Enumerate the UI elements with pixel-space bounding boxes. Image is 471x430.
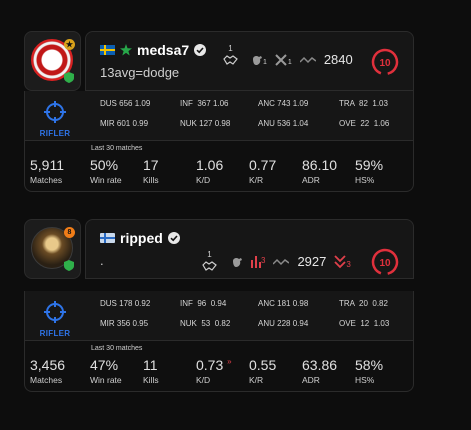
handshake-count: 1 [228, 44, 233, 53]
skill-level-10-icon: 10 [371, 48, 399, 76]
map-stats-box: RIFLER DUS 178 0.92 MIR 356 0.95 INF 96 … [24, 291, 414, 341]
player-card-ripped: 8 ripped . 1 3 2927 3 10 RIFLER DUS 178 … [24, 219, 414, 392]
recent-title: Last 30 matches [91, 345, 143, 352]
skill-level-number: 10 [379, 258, 391, 269]
elo-trend-icon [273, 258, 290, 265]
elo-drop-count: 3 [346, 259, 351, 269]
finland-flag-icon [100, 233, 115, 243]
player-name[interactable]: medsa7 [137, 42, 189, 58]
grenade-icon [253, 55, 262, 65]
map-row-anu: ANU 228 0.94 [258, 319, 309, 328]
bar-stat[interactable]: 3 [251, 255, 266, 268]
map-row-nuk: NUK 53 0.82 [180, 319, 231, 328]
name-row: medsa7 [100, 42, 207, 58]
knife-count: 1 [287, 58, 292, 66]
recent-title: Last 30 matches [91, 145, 143, 152]
stat-kills: 11 Kills [143, 357, 159, 385]
map-row-tra: TRA 82 1.03 [339, 99, 388, 108]
player-tagline: . [100, 253, 104, 268]
role-badge: RIFLER [37, 101, 73, 138]
stat-adr: 86.10 ADR [302, 157, 338, 185]
stat-icons: 3 2927 3 [231, 254, 351, 269]
skill-level-number: 10 [379, 58, 391, 69]
stat-winrate: 50% Win rate [90, 157, 122, 185]
stat-kr: 0.77 K/R [249, 157, 277, 185]
verified-badge-icon [167, 232, 180, 244]
stat-adr: 63.86 ADR [302, 357, 338, 385]
handshake-icon [223, 55, 238, 65]
stat-kd: 0.73 » K/D [196, 357, 232, 385]
chevrons-down-icon [334, 254, 347, 268]
avatar-frame[interactable]: 8 [24, 219, 81, 279]
elo-drop: 3 [334, 254, 351, 269]
stat-hs: 58% HS% [355, 357, 384, 385]
stat-icons: 1 1 2840 [251, 52, 353, 67]
verified-shield-icon [64, 72, 74, 83]
stat-kr: 0.55 K/R [249, 357, 277, 385]
bar-chart-icon [251, 255, 261, 268]
grenade-count: 1 [263, 58, 267, 66]
elo-value: 2927 [297, 254, 327, 269]
map-row-anc: ANC 743 1.09 [258, 99, 309, 108]
recent-stats-box: Last 30 matches 5,911 Matches 50% Win rate… [24, 141, 414, 192]
handshake-count: 1 [207, 250, 212, 259]
stat-matches: 3,456 Matches [30, 357, 66, 385]
knife-stat[interactable]: 1 [275, 53, 292, 66]
elo-value: 2840 [323, 52, 353, 67]
map-row-mir: MIR 601 0.99 [100, 119, 149, 128]
header-panel: medsa7 13avg=dodge 1 1 1 2840 10 [85, 31, 414, 91]
elo-trend-icon [299, 56, 316, 63]
map-row-anu: ANU 536 1.04 [258, 119, 309, 128]
green-star-icon [120, 44, 132, 56]
map-row-ove: OVE 12 1.03 [339, 319, 390, 328]
player-header: ★ medsa7 13avg=dodge 1 1 1 2840 10 [24, 31, 414, 91]
sweden-flag-icon [100, 45, 115, 55]
gold-star-badge-icon: ★ [64, 39, 75, 50]
kd-down-chevron-icon: » [227, 357, 232, 366]
map-row-ove: OVE 22 1.06 [339, 119, 390, 128]
player-tagline: 13avg=dodge [100, 65, 180, 80]
player-name[interactable]: ripped [120, 230, 163, 246]
role-label: RIFLER [39, 329, 71, 338]
bar-stat-count: 3 [261, 255, 266, 265]
stat-winrate: 47% Win rate [90, 357, 122, 385]
header-panel: ripped . 1 3 2927 3 10 [85, 219, 414, 279]
map-stats-box: RIFLER DUS 656 1.09 MIR 601 0.99 INF 367… [24, 91, 414, 141]
crosshair-icon [44, 101, 66, 123]
map-row-inf: INF 367 1.06 [180, 99, 229, 108]
avatar-frame[interactable]: ★ [24, 31, 81, 91]
player-card-medsa7: ★ medsa7 13avg=dodge 1 1 1 2840 10 RIFLE… [24, 31, 414, 192]
level-badge-icon: 8 [64, 227, 75, 238]
stat-kills: 17 Kills [143, 157, 159, 185]
role-badge: RIFLER [37, 301, 73, 338]
map-row-nuk: NUK 127 0.98 [180, 119, 231, 128]
recent-stats-box: Last 30 matches 3,456 Matches 47% Win rate… [24, 341, 414, 392]
crossed-knives-icon [275, 53, 287, 66]
stat-matches: 5,911 Matches [30, 157, 64, 185]
verified-badge-icon [194, 44, 207, 56]
verified-shield-icon [64, 260, 74, 271]
name-row: ripped [100, 230, 180, 246]
player-header: 8 ripped . 1 3 2927 3 10 [24, 219, 414, 279]
map-row-inf: INF 96 0.94 [180, 299, 227, 308]
map-row-tra: TRA 20 0.82 [339, 299, 388, 308]
stat-hs: 59% HS% [355, 157, 384, 185]
handshake-stat[interactable]: 1 [223, 44, 238, 67]
map-row-dus: DUS 656 1.09 [100, 99, 151, 108]
map-row-mir: MIR 356 0.95 [100, 319, 149, 328]
map-row-anc: ANC 181 0.98 [258, 299, 309, 308]
handshake-stat[interactable]: 1 [202, 250, 217, 273]
skill-level-10-icon: 10 [371, 248, 399, 276]
map-row-dus: DUS 178 0.92 [100, 299, 151, 308]
role-label: RIFLER [39, 129, 71, 138]
stat-kd: 1.06 K/D [196, 157, 224, 185]
grenade-stat[interactable]: 1 [251, 54, 267, 66]
handshake-icon [202, 261, 217, 271]
crosshair-icon [44, 301, 66, 323]
grenade-icon[interactable] [231, 256, 243, 268]
